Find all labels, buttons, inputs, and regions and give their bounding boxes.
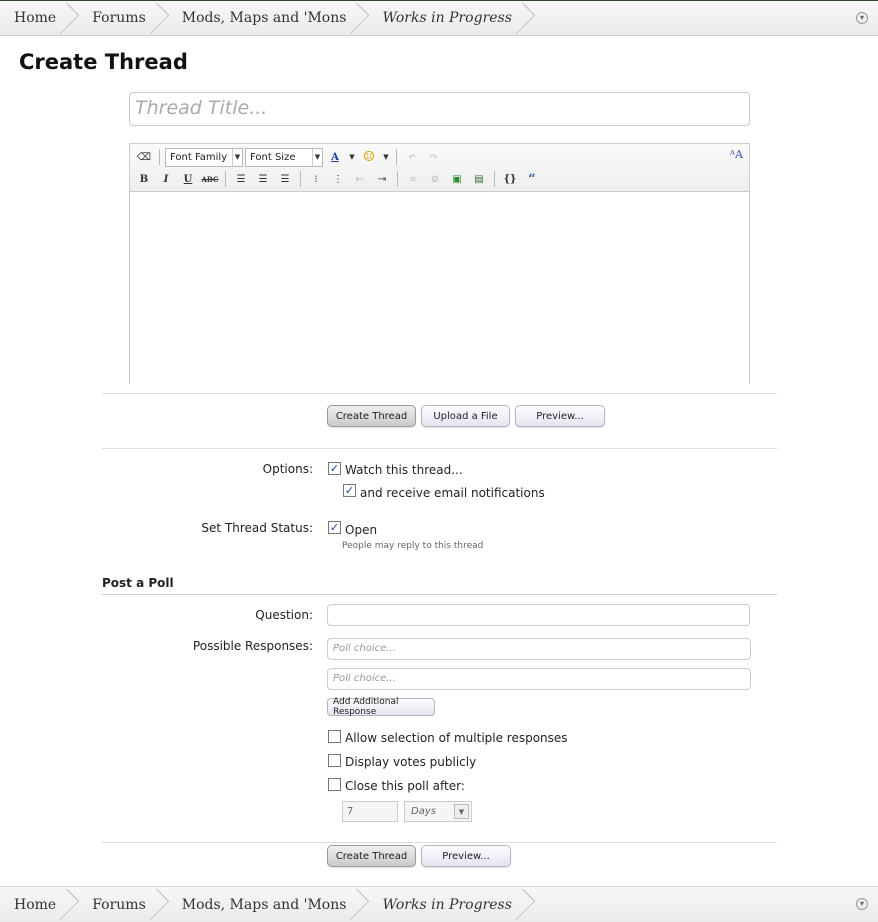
upload-file-button[interactable]: Upload a File (421, 405, 510, 427)
divider (102, 594, 777, 595)
page-title: Create Thread (19, 50, 188, 74)
divider (102, 393, 777, 394)
image-icon[interactable]: ▣ (447, 169, 467, 189)
breadcrumb-mods[interactable]: Mods, Maps and 'Mons (168, 887, 369, 922)
create-thread-button-bottom[interactable]: Create Thread (327, 845, 416, 867)
add-response-button[interactable]: Add Additional Response (327, 697, 435, 717)
breadcrumb-mods[interactable]: Mods, Maps and 'Mons (168, 1, 369, 35)
breadcrumb-works-in-progress[interactable]: Works in Progress (368, 887, 533, 922)
poll-choice-input[interactable]: Poll choice... (327, 638, 751, 660)
poll-choice-input[interactable]: Poll choice... (327, 668, 751, 690)
chevron-down-icon[interactable]: ▼ (347, 147, 357, 167)
strikethrough-icon[interactable]: ABC (200, 169, 220, 189)
chevron-down-icon: ▼ (312, 148, 322, 166)
bullet-list-icon[interactable]: ⁝ (306, 169, 326, 189)
open-checkbox[interactable]: ✓ (328, 521, 341, 534)
eraser-icon[interactable]: ⌫ (134, 147, 154, 167)
multiple-responses-checkbox[interactable] (328, 730, 341, 743)
breadcrumb-label: Works in Progress (382, 10, 512, 26)
chevron-down-icon: ▼ (454, 804, 469, 819)
preview-button[interactable]: Preview... (515, 405, 605, 427)
breadcrumb-label: Home (14, 896, 57, 913)
open-hint: People may reply to this thread (342, 541, 484, 551)
breadcrumb-home[interactable]: Home (0, 887, 78, 922)
toolbar-divider (159, 149, 160, 165)
breadcrumb-label: Home (14, 10, 57, 26)
smiley-icon[interactable]: ☺ (359, 147, 379, 167)
chevron-down-circle-icon[interactable]: ▾ (856, 898, 868, 910)
bold-icon[interactable]: B (134, 169, 154, 189)
close-poll-label: Close this poll after: (345, 779, 465, 793)
link-icon[interactable]: ∞ (403, 169, 423, 189)
create-thread-button[interactable]: Create Thread (327, 405, 416, 427)
watch-thread-label: Watch this thread... (345, 463, 463, 477)
breadcrumb-label: Mods, Maps and 'Mons (181, 10, 347, 26)
open-label: Open (345, 523, 378, 537)
thread-status-label: Set Thread Status: (201, 521, 313, 535)
media-icon[interactable]: ▤ (469, 169, 489, 189)
email-notifications-label: and receive email notifications (360, 486, 545, 500)
breadcrumb-forums[interactable]: Forums (78, 1, 168, 35)
font-family-select[interactable]: Font Family ▼ (165, 147, 243, 167)
divider (102, 842, 777, 843)
chevron-down-icon[interactable]: ▼ (381, 147, 391, 167)
breadcrumb-label: Forums (92, 896, 146, 913)
multiple-responses-label: Allow selection of multiple responses (345, 731, 568, 745)
toolbar-divider (397, 171, 398, 187)
toolbar-divider (396, 149, 397, 165)
close-poll-length-input[interactable]: 7 (342, 801, 398, 822)
public-votes-label: Display votes publicly (345, 755, 477, 769)
breadcrumb-label: Mods, Maps and 'Mons (181, 896, 347, 913)
breadcrumb-label: Works in Progress (382, 896, 512, 913)
public-votes-checkbox[interactable] (328, 754, 341, 767)
close-poll-checkbox[interactable] (328, 778, 341, 791)
toolbar-divider (300, 171, 301, 187)
undo-icon[interactable]: ↶ (402, 147, 422, 167)
poll-question-input[interactable] (327, 604, 750, 626)
breadcrumb-works-in-progress[interactable]: Works in Progress (368, 1, 533, 35)
editor-toolbar: ⌫ Font Family ▼ Font Size ▼ A ▼ ☺ ▼ ↶ ↷ B … (130, 144, 749, 192)
unlink-icon[interactable]: ⊘ (425, 169, 445, 189)
breadcrumb-bottom: Home Forums Mods, Maps and 'Mons Works i… (0, 886, 878, 922)
underline-icon[interactable]: U (178, 169, 198, 189)
thread-title-input[interactable]: Thread Title... (129, 92, 750, 126)
responses-label: Possible Responses: (192, 639, 313, 653)
breadcrumb-top: Home Forums Mods, Maps and 'Mons Works i… (0, 0, 878, 36)
align-center-icon[interactable]: ☰ (253, 169, 273, 189)
breadcrumb-label: Forums (92, 10, 146, 26)
message-editor: ⌫ Font Family ▼ Font Size ▼ A ▼ ☺ ▼ ↶ ↷ B … (129, 143, 750, 384)
text-color-icon[interactable]: A (325, 147, 345, 167)
watch-thread-checkbox[interactable]: ✓ (328, 462, 341, 475)
question-label: Question: (255, 608, 313, 622)
divider (102, 448, 777, 449)
numbered-list-icon[interactable]: ⋮ (328, 169, 348, 189)
breadcrumb-forums[interactable]: Forums (78, 887, 168, 922)
close-poll-unit-label: Days (411, 806, 436, 817)
font-size-select[interactable]: Font Size ▼ (245, 147, 323, 167)
outdent-icon[interactable]: ⇤ (350, 169, 370, 189)
code-icon[interactable]: {} (500, 169, 520, 189)
font-family-label: Font Family (170, 151, 228, 163)
preview-button-bottom[interactable]: Preview... (421, 845, 511, 867)
editor-body[interactable] (130, 192, 749, 384)
align-right-icon[interactable]: ☰ (275, 169, 295, 189)
redo-icon[interactable]: ↷ (424, 147, 444, 167)
breadcrumb-home[interactable]: Home (0, 1, 78, 35)
chevron-down-circle-icon[interactable]: ▾ (856, 12, 868, 24)
options-label: Options: (262, 462, 313, 476)
font-size-label: Font Size (250, 151, 296, 163)
quote-icon[interactable]: “ (522, 169, 542, 189)
poll-heading: Post a Poll (102, 576, 174, 590)
italic-icon[interactable]: I (156, 169, 176, 189)
close-poll-unit-select[interactable]: Days ▼ (404, 801, 472, 822)
toolbar-divider (225, 171, 226, 187)
toolbar-divider (494, 171, 495, 187)
indent-icon[interactable]: ⇥ (372, 169, 392, 189)
text-format-icon[interactable]: ᴬA (730, 148, 743, 161)
chevron-down-icon: ▼ (232, 148, 242, 166)
email-notifications-checkbox[interactable]: ✓ (343, 484, 356, 497)
align-left-icon[interactable]: ☰ (231, 169, 251, 189)
